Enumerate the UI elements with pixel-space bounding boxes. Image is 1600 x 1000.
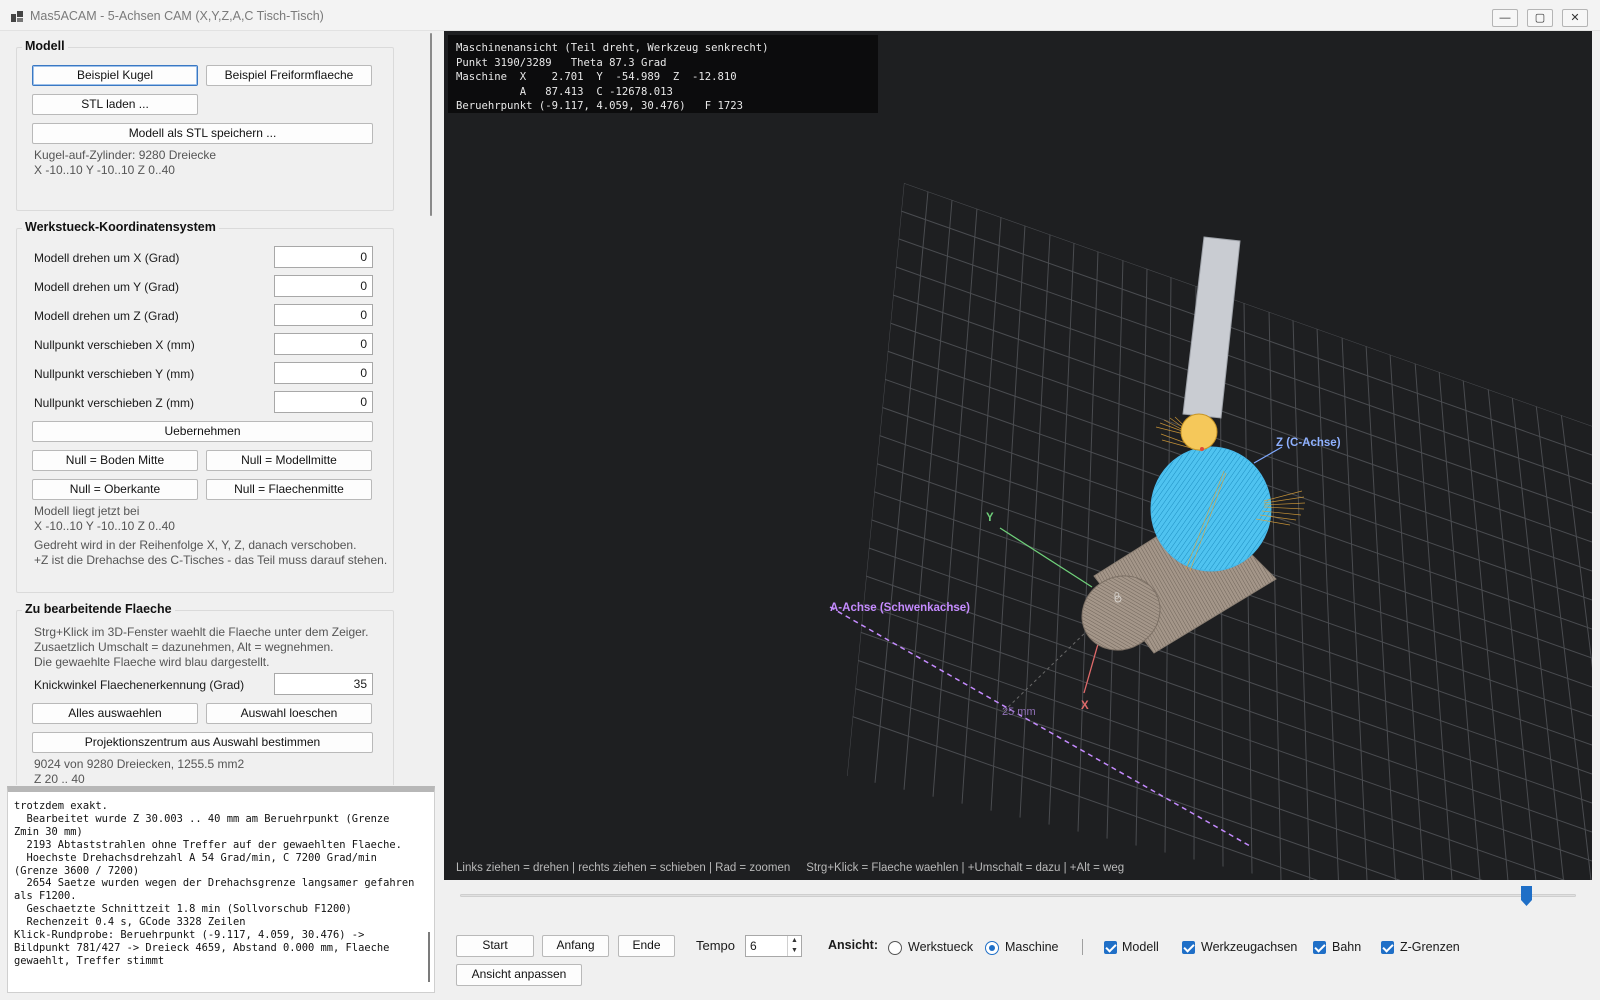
checkbox-bahn-label: Bahn (1332, 940, 1362, 954)
rot-y-label: Modell drehen um Y (Grad) (34, 280, 179, 294)
scale-label: 25 mm (1002, 706, 1036, 718)
contact-point (1200, 447, 1204, 451)
radio-werkstueck-label: Werkstueck (908, 940, 974, 954)
window-title: Mas5ACAM - 5-Achsen CAM (X,Y,Z,A,C Tisch… (30, 9, 324, 23)
radio-werkstueck[interactable] (888, 941, 902, 955)
start-button[interactable]: Start (456, 935, 534, 957)
y-axis-label: Y (986, 512, 994, 524)
status-overlay-text: Maschinenansicht (Teil dreht, Werkzeug s… (456, 42, 769, 112)
a-axis-label: A-Achse (Schwenkachse) (830, 602, 970, 614)
modell-group-title: Modell (22, 39, 68, 53)
rot-x-input[interactable]: 0 (274, 246, 373, 268)
radio-maschine-label: Maschine (1005, 940, 1059, 954)
wks-info-3: Gedreht wird in der Reihenfolge X, Y, Z,… (34, 538, 357, 552)
selected-surface-sphere (1150, 446, 1272, 572)
rot-z-input[interactable]: 0 (274, 304, 373, 326)
flaeche-hint-2: Zusaetzlich Umschalt = dazunehmen, Alt =… (34, 640, 334, 654)
app-icon (11, 11, 23, 22)
checkbox-modell-label: Modell (1122, 940, 1159, 954)
x-axis-label: X (1081, 700, 1089, 712)
flaeche-info-1: 9024 von 9280 Dreiecken, 1255.5 mm2 (34, 757, 245, 771)
ende-button[interactable]: Ende (618, 935, 675, 957)
checkbox-zgrenzen[interactable] (1381, 941, 1394, 954)
title-bar: Mas5ACAM - 5-Achsen CAM (X,Y,Z,A,C Tisch… (0, 0, 1600, 31)
null-flaechenmitte-button[interactable]: Null = Flaechenmitte (206, 479, 372, 500)
auswahl-loeschen-button[interactable]: Auswahl loeschen (206, 703, 372, 724)
null-oberkante-button[interactable]: Null = Oberkante (32, 479, 198, 500)
beispiel-freiform-button[interactable]: Beispiel Freiformflaeche (206, 65, 372, 86)
ansicht-label: Ansicht: (828, 938, 878, 952)
checkbox-modell[interactable] (1104, 941, 1117, 954)
tempo-value: 6 (750, 939, 757, 953)
null-modellmitte-button[interactable]: Null = Modellmitte (206, 450, 372, 471)
timeline-slider[interactable] (460, 894, 1576, 897)
timeline-thumb[interactable] (1520, 886, 1532, 906)
uebernehmen-button[interactable]: Uebernehmen (32, 421, 373, 442)
tempo-label: Tempo (696, 938, 736, 953)
flaeche-hint-3: Die gewaehlte Flaeche wird blau dargeste… (34, 655, 270, 669)
left-panel-scrollbar[interactable] (428, 31, 434, 785)
radio-maschine[interactable] (985, 941, 999, 955)
projektionszentrum-button[interactable]: Projektionszentrum aus Auswahl bestimmen (32, 732, 373, 753)
shift-y-input[interactable]: 0 (274, 362, 373, 384)
wks-info-1: Modell liegt jetzt bei (34, 504, 140, 518)
beispiel-kugel-button[interactable]: Beispiel Kugel (32, 65, 198, 86)
tempo-up-icon[interactable]: ▲ (788, 936, 801, 946)
c-axis-line (1253, 446, 1283, 464)
origin-label: 0 (1114, 591, 1120, 602)
checkbox-zgrenzen-label: Z-Grenzen (1400, 940, 1460, 954)
modell-info-2: X -10..10 Y -10..10 Z 0..40 (34, 163, 175, 177)
tempo-spinner[interactable]: 6 ▲ ▼ (745, 935, 802, 957)
checkbox-werkzeugachsen-label: Werkzeugachsen (1201, 940, 1298, 954)
shift-z-label: Nullpunkt verschieben Z (mm) (34, 396, 195, 410)
log-text: trotzdem exakt. Bearbeitet wurde Z 30.00… (14, 800, 415, 967)
left-panel: Modell Beispiel Kugel Beispiel Freiformf… (7, 31, 425, 785)
status-overlay: Maschinenansicht (Teil dreht, Werkzeug s… (448, 35, 878, 113)
scene-svg (829, 183, 1592, 880)
minimize-button[interactable]: ― (1492, 9, 1518, 27)
tempo-down-icon[interactable]: ▼ (788, 946, 801, 956)
wks-info-2: X -10..10 Y -10..10 Z 0..40 (34, 519, 175, 533)
shift-y-label: Nullpunkt verschieben Y (mm) (34, 367, 195, 381)
separator (1082, 939, 1083, 955)
modell-info-1: Kugel-auf-Zylinder: 9280 Dreiecke (34, 148, 217, 162)
shift-x-input[interactable]: 0 (274, 333, 373, 355)
maximize-button[interactable]: ▢ (1527, 9, 1553, 27)
log-output[interactable]: trotzdem exakt. Bearbeitet wurde Z 30.00… (7, 786, 435, 993)
knickwinkel-input[interactable]: 35 (274, 673, 373, 695)
c-axis-label: Z (C-Achse) (1276, 437, 1341, 449)
ansicht-anpassen-button[interactable]: Ansicht anpassen (456, 964, 582, 986)
wks-group-title: Werkstueck-Koordinatensystem (22, 220, 219, 234)
checkbox-werkzeugachsen[interactable] (1182, 941, 1195, 954)
null-boden-mitte-button[interactable]: Null = Boden Mitte (32, 450, 198, 471)
a-axis-line (829, 606, 1251, 847)
shift-x-label: Nullpunkt verschieben X (mm) (34, 338, 195, 352)
knickwinkel-label: Knickwinkel Flaechenerkennung (Grad) (34, 678, 245, 692)
y-axis-line (999, 527, 1093, 588)
modell-speichern-button[interactable]: Modell als STL speichern ... (32, 123, 373, 144)
alles-auswaehlen-button[interactable]: Alles auswaehlen (32, 703, 198, 724)
close-button[interactable]: ✕ (1562, 9, 1588, 27)
shift-z-input[interactable]: 0 (274, 391, 373, 413)
left-panel-scroll-thumb[interactable] (430, 33, 432, 216)
wks-info-4: +Z ist die Drehachse des C-Tisches - das… (34, 553, 388, 567)
log-scroll-thumb[interactable] (428, 932, 430, 982)
viewport-hint: Links ziehen = drehen | rechts ziehen = … (456, 862, 1125, 874)
flaeche-hint-1: Strg+Klick im 3D-Fenster waehlt die Flae… (34, 625, 369, 639)
anfang-button[interactable]: Anfang (542, 935, 609, 957)
viewport-3d[interactable]: Maschinenansicht (Teil dreht, Werkzeug s… (444, 31, 1592, 880)
tool-ball (1180, 413, 1218, 451)
rot-y-input[interactable]: 0 (274, 275, 373, 297)
flaeche-group-title: Zu bearbeitende Flaeche (22, 602, 175, 616)
stl-laden-button[interactable]: STL laden ... (32, 94, 198, 115)
checkbox-bahn[interactable] (1313, 941, 1326, 954)
flaeche-info-2: Z 20 .. 40 (34, 772, 85, 785)
rot-z-label: Modell drehen um Z (Grad) (34, 309, 179, 323)
rot-x-label: Modell drehen um X (Grad) (34, 251, 180, 265)
